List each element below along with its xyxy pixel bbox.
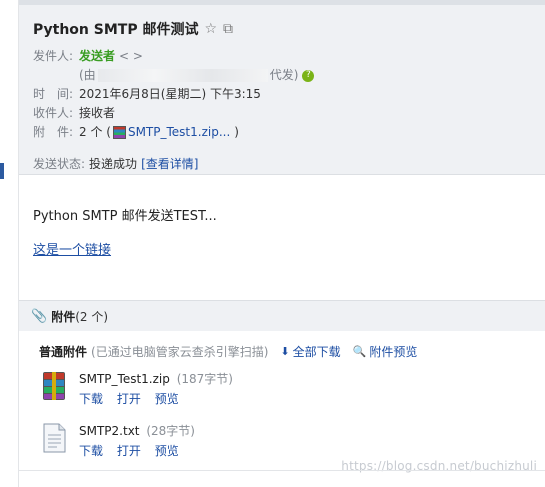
left-strip-marker: [0, 163, 4, 179]
preview-link[interactable]: 预览: [155, 444, 179, 458]
attachment-suffix: ): [234, 125, 239, 139]
sender-address: < >: [119, 49, 143, 63]
attachments-label: 附 件:: [33, 125, 74, 139]
paperclip-icon: 📎: [31, 308, 48, 324]
time-value: 2021年6月8日(星期二) 下午3:15: [79, 87, 261, 101]
attachment-panel-title: 附件: [51, 309, 76, 324]
left-strip: [0, 0, 18, 487]
preview-all-label: 附件预览: [369, 345, 418, 359]
to-row: 收件人: 接收者: [33, 104, 545, 123]
attachment-section-label: 普通附件: [39, 345, 88, 359]
scan-note: (已通过电脑管家云查杀引擎扫描): [91, 345, 269, 359]
star-icon[interactable]: ☆: [204, 21, 217, 37]
open-link[interactable]: 打开: [117, 392, 141, 406]
from-label: 发件人:: [33, 49, 74, 63]
body-link[interactable]: 这是一个链接: [33, 239, 111, 258]
mail-header: Python SMTP 邮件测试 ☆ ⧉ 发件人: 发送者 < > (由 代发)…: [19, 5, 545, 175]
download-icon: ⬇: [280, 345, 290, 358]
zip-archive-icon: [43, 372, 65, 400]
popout-icon[interactable]: ⧉: [223, 21, 233, 37]
verified-icon[interactable]: ?: [302, 69, 315, 82]
recipient-name[interactable]: 接收者: [79, 104, 115, 123]
open-link[interactable]: 打开: [117, 444, 141, 458]
time-label: 时 间:: [33, 87, 74, 101]
to-label: 收件人:: [33, 106, 74, 120]
magnifier-icon: 🔍: [352, 345, 367, 358]
preview-link[interactable]: 预览: [155, 392, 179, 406]
time-row: 时 间: 2021年6月8日(星期二) 下午3:15: [33, 85, 545, 104]
proxy-suffix: 代发): [269, 68, 299, 82]
mail-reader: Python SMTP 邮件测试 ☆ ⧉ 发件人: 发送者 < > (由 代发)…: [18, 0, 545, 487]
attachment-file-name: SMTP_Test1.zip: [79, 372, 170, 386]
send-status-label: 发送状态:: [33, 157, 86, 171]
bottom-border: [18, 470, 545, 471]
text-file-icon: [43, 423, 66, 453]
view-details-link[interactable]: [查看详情]: [141, 155, 198, 172]
download-link[interactable]: 下载: [79, 444, 103, 458]
send-status: 发送状态: 投递成功 [查看详情]: [33, 155, 198, 172]
attachment-file-size: (187字节): [176, 372, 233, 386]
from-row: 发件人: 发送者 < >: [33, 47, 545, 66]
attachment-panel: 📎 附件 (2 个) 普通附件 (已通过电脑管家云查杀引擎扫描) ⬇ 全部下载 …: [19, 300, 545, 462]
attachments-row: 附 件: 2 个 ( SMTP_Test1.zip... ): [33, 123, 545, 142]
send-status-value: 投递成功: [89, 157, 138, 171]
proxy-prefix: (由: [79, 68, 96, 82]
mail-meta: 发件人: 发送者 < > (由 代发) ? 时 间: 2021年6月8日(星期二…: [33, 47, 545, 142]
preview-all-button[interactable]: 🔍 附件预览: [353, 343, 418, 360]
attachment-file-name: SMTP2.txt: [79, 424, 140, 438]
attachment-toolbar: 普通附件 (已通过电脑管家云查杀引擎扫描) ⬇ 全部下载 🔍 附件预览: [19, 331, 545, 360]
mail-body: Python SMTP 邮件发送TEST... 这是一个链接: [19, 175, 545, 300]
mail-subject: Python SMTP 邮件测试 ☆ ⧉: [33, 19, 545, 39]
attachment-link[interactable]: SMTP_Test1.zip...: [128, 123, 230, 142]
redacted-address: [97, 69, 268, 82]
download-all-button[interactable]: ⬇ 全部下载: [280, 343, 340, 360]
zip-file-icon: [112, 126, 126, 139]
attachment-item: SMTP2.txt (28字节) 下载 打开 预览: [19, 412, 545, 462]
proxy-row: (由 代发) ?: [33, 66, 545, 85]
sender-name[interactable]: 发送者: [79, 47, 115, 66]
attachment-file-size: (28字节): [146, 424, 195, 438]
attachment-panel-header: 📎 附件 (2 个): [19, 301, 545, 331]
attachment-panel-count: (2 个): [75, 309, 109, 324]
download-all-label: 全部下载: [292, 345, 341, 359]
attachment-count: 2 个 (: [79, 125, 111, 139]
body-text: Python SMTP 邮件发送TEST...: [33, 209, 217, 224]
download-link[interactable]: 下载: [79, 392, 103, 406]
subject-text: Python SMTP 邮件测试: [33, 22, 199, 38]
attachment-item: SMTP_Test1.zip (187字节) 下载 打开 预览: [19, 360, 545, 410]
